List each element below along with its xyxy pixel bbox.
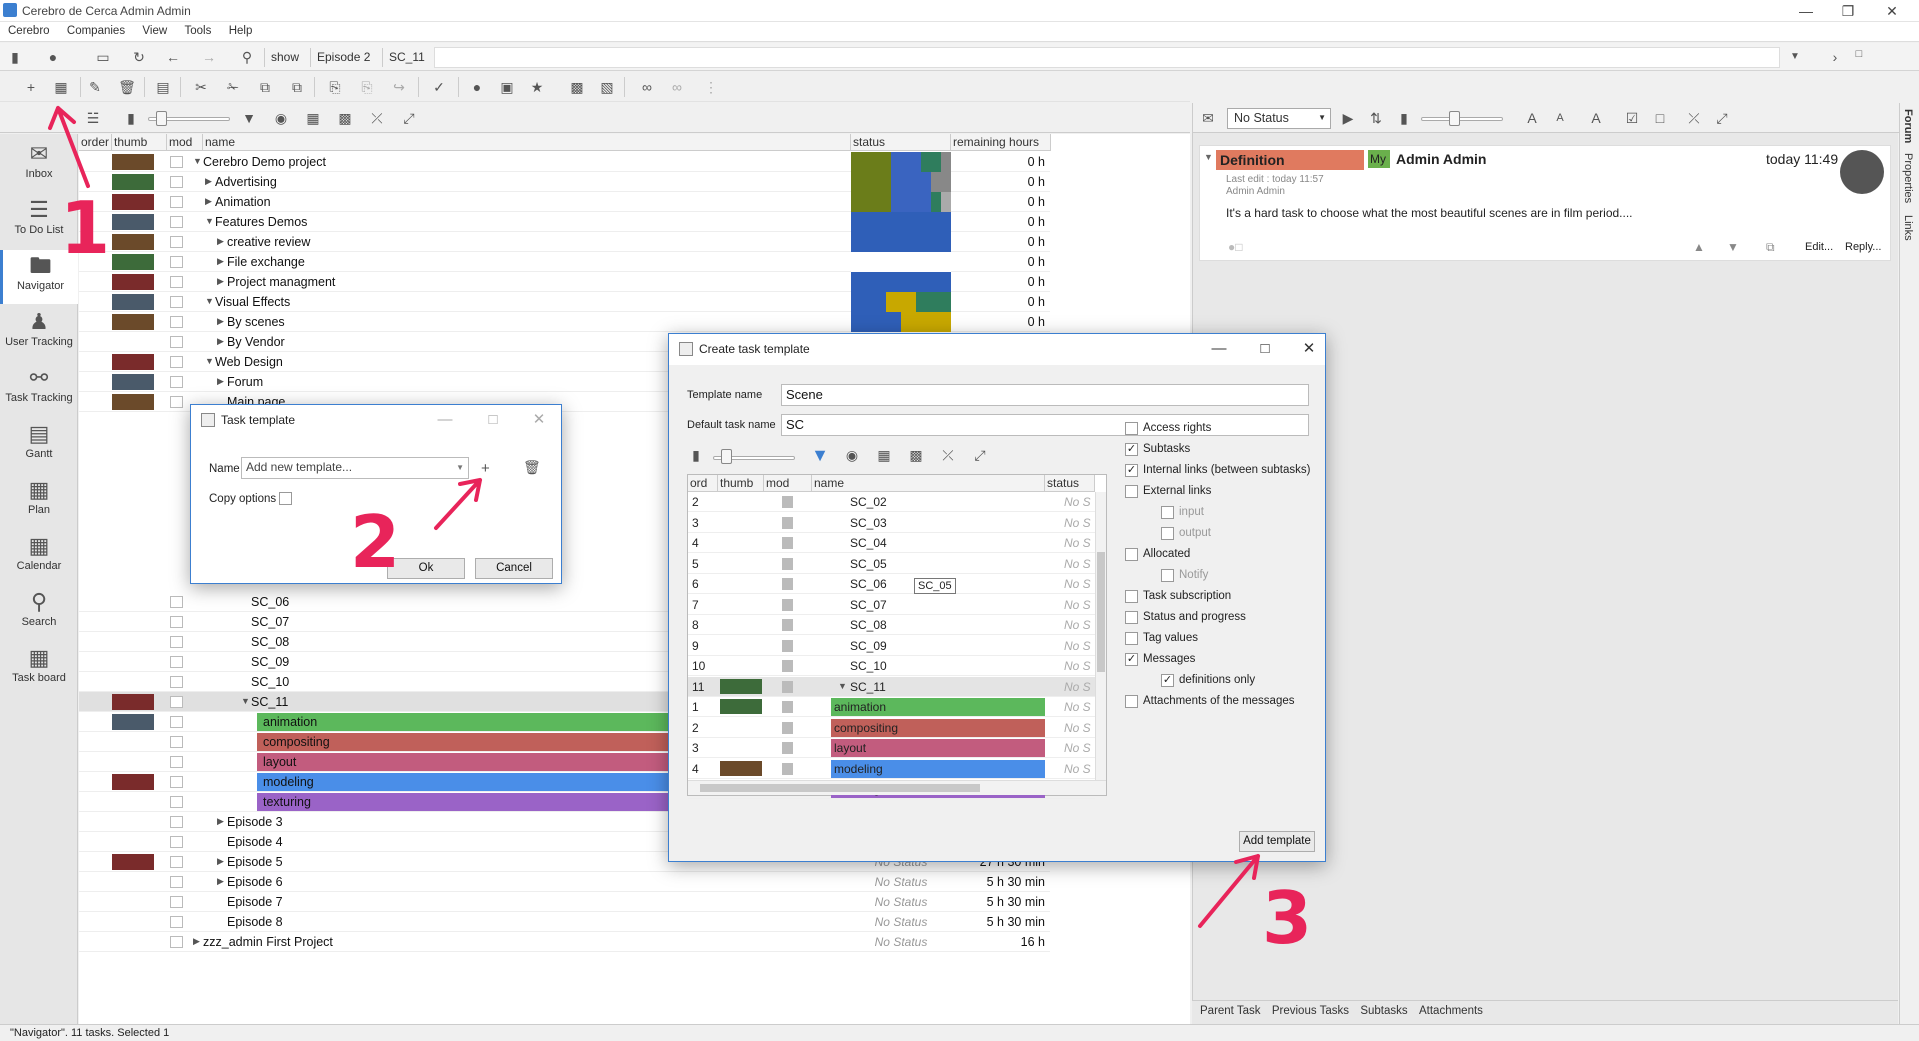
annotation-overlay — [48, 106, 1260, 928]
annotation-arrow-3 — [1198, 854, 1260, 928]
annotation-arrow-1 — [48, 106, 90, 188]
annotation-arrow-2 — [434, 478, 482, 530]
annotation-number-3: 3 — [1262, 876, 1313, 960]
annotation-number-2: 2 — [350, 500, 401, 584]
annotation-number-1: 1 — [60, 186, 111, 270]
